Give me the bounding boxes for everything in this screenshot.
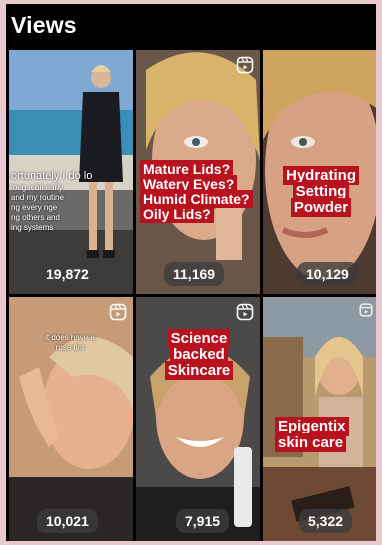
reel-tile-4[interactable]: it does have a rose tint 10,021 xyxy=(9,297,133,541)
view-count: 5,322 xyxy=(299,509,353,533)
overlay-text: ng every nge xyxy=(11,203,58,212)
reel-icon xyxy=(236,56,254,74)
view-count: 19,872 xyxy=(37,262,98,286)
overlay-text: long a bit early xyxy=(11,183,64,192)
section-title: Views xyxy=(11,12,77,38)
overlay-text: ing systems xyxy=(11,223,54,232)
caption-text: Science backed xyxy=(167,329,231,364)
views-panel: Views ortunately I do lo long a bit earl xyxy=(6,4,376,541)
reel-tile-5[interactable]: Science backed Skincare 7,915 xyxy=(136,297,260,541)
overlay-text: ortunately I do lo xyxy=(11,170,93,182)
overlay-text: and my routine xyxy=(11,193,64,202)
overlay-text: it does have a xyxy=(45,333,95,342)
overlay-text: ng others and xyxy=(11,213,60,222)
reel-tile-2[interactable]: Mature Lids? Watery Eyes? Humid Climate?… xyxy=(136,50,260,294)
reel-icon xyxy=(236,303,254,321)
caption-text: Skincare xyxy=(164,361,234,380)
caption-text: Oily Lids? xyxy=(140,205,214,223)
view-count: 7,915 xyxy=(176,509,230,533)
reel-tile-3[interactable]: Hydrating Setting Powder 10,129 xyxy=(263,50,376,294)
caption-text: skin care xyxy=(275,433,347,452)
reel-tile-6[interactable]: Epigentix skin care 5,322 xyxy=(263,297,376,541)
caption-text: Powder xyxy=(290,198,352,217)
view-count: 10,129 xyxy=(297,262,358,286)
view-count: 11,169 xyxy=(164,262,225,286)
overlay-text: rose tint xyxy=(55,343,85,352)
reel-icon xyxy=(109,303,127,321)
view-count: 10,021 xyxy=(37,509,98,533)
reel-icon xyxy=(359,303,373,317)
reels-grid: ortunately I do lo long a bit early and … xyxy=(9,50,376,541)
reel-tile-1[interactable]: ortunately I do lo long a bit early and … xyxy=(9,50,133,294)
